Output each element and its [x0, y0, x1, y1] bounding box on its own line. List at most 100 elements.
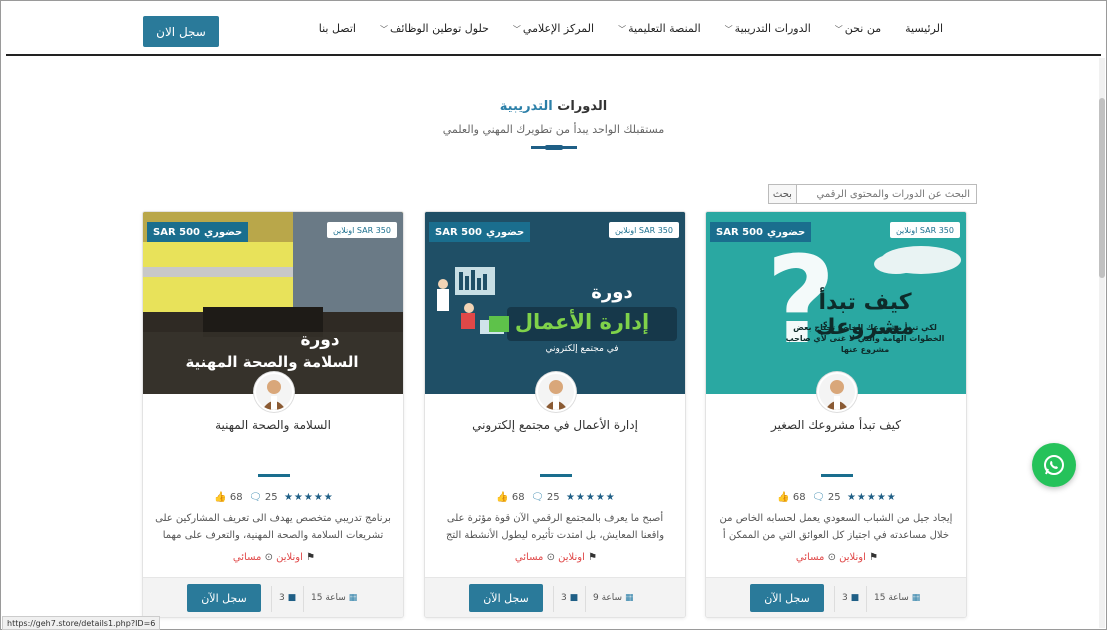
register-course-button[interactable]: سجل الآن [187, 584, 261, 612]
nav-media-label: المركز الإعلامي [522, 22, 595, 35]
mode-online: اونلاين [558, 552, 585, 563]
book-icon: ■ [569, 593, 579, 603]
course-title[interactable]: إدارة الأعمال في مجتمع إلكتروني [435, 418, 675, 432]
footer-divider [271, 586, 272, 612]
online-price-badge: اونلاين SAR 350 [326, 222, 397, 238]
search-button[interactable]: بحث [769, 185, 797, 203]
nav-platform[interactable]: المنصة التعليمية﹀ [606, 22, 713, 35]
course-stats: 👍 68 🗨 25 ★★★★★ [425, 492, 685, 503]
calendar-icon: ▦ [911, 593, 921, 603]
nav-media[interactable]: المركز الإعلامي﹀ [501, 22, 606, 35]
price-badge: SAR 500 حضوري [429, 222, 531, 242]
mode-evening: مسائي [232, 552, 262, 563]
chevron-down-icon: ﹀ [379, 25, 388, 34]
course-title[interactable]: كيف تبدأ مشروعك الصغير [716, 418, 956, 432]
comments-count: 25 [827, 492, 841, 503]
image-headline: دورة [300, 330, 340, 350]
nav-contact[interactable]: اتصل بنا [307, 22, 368, 35]
nav-courses-label: الدورات التدريبية [734, 22, 811, 35]
hours-value: 9 ساعة [593, 593, 623, 603]
rating-stars: ★★★★★ [846, 492, 897, 503]
mode-evening: مسائي [795, 552, 825, 563]
nav-courses[interactable]: الدورات التدريبية﹀ [713, 22, 823, 35]
comment-icon: 🗨 [811, 492, 825, 503]
lessons-count: 3 ■ [279, 593, 296, 603]
hours-count: 15 ساعة ▦ [311, 593, 357, 603]
likes-count: 68 [511, 492, 525, 503]
course-image: ? كيف تبدأ مشروعك لكي تبدأ مشروعك الخاص … [706, 212, 966, 394]
price-label: حضوري [767, 226, 806, 238]
register-now-button[interactable]: سجل الان [143, 16, 219, 47]
price-value: SAR 500 [716, 226, 763, 238]
footer-divider [834, 586, 835, 612]
section-title-accent: التدريبية [499, 99, 553, 114]
hours-count: 9 ساعة ▦ [593, 593, 633, 603]
mode-online: اونلاين [276, 552, 303, 563]
image-subtext: في مجتمع إلكتروني [545, 344, 619, 354]
whatsapp-icon [1044, 455, 1064, 475]
course-image: دورة السلامة والصحة المهنية SAR 500 حضوري… [143, 212, 403, 394]
course-title[interactable]: السلامة والصحة المهنية [153, 418, 393, 432]
rating-stars: ★★★★★ [565, 492, 616, 503]
nav-localization[interactable]: حلول توطين الوظائف﹀ [368, 22, 501, 35]
section-title: الدورات التدريبية [0, 99, 1107, 114]
clock-icon: ⊙ [546, 552, 555, 563]
nav-home-label: الرئيسية [905, 22, 943, 35]
course-card[interactable]: ? كيف تبدأ مشروعك لكي تبدأ مشروعك الخاص … [705, 211, 967, 618]
thumbs-up-icon: 👍 [777, 492, 790, 503]
comment-icon: 🗨 [530, 492, 544, 503]
nav-localization-label: حلول توطين الوظائف [389, 22, 489, 35]
comments-count: 25 [264, 492, 278, 503]
image-main-text: السلامة والصحة المهنية [185, 353, 359, 371]
hours-value: 15 ساعة [311, 593, 346, 603]
chevron-down-icon: ﹀ [834, 25, 843, 34]
flag-icon: ⚑ [869, 552, 879, 563]
section-divider [531, 145, 577, 150]
course-stats: 👍 68 🗨 25 ★★★★★ [706, 492, 966, 503]
nav-platform-label: المنصة التعليمية [628, 22, 701, 35]
image-subtext: لكي تبدأ مشروعك الخاص تحتاج بعض الخطوات … [785, 323, 945, 354]
lessons-value: 3 [279, 593, 285, 603]
user-avatar-icon [538, 374, 574, 410]
price-badge: SAR 500 حضوري [710, 222, 812, 242]
footer-divider [303, 586, 304, 612]
avatar [536, 372, 576, 412]
thumbs-up-icon: 👍 [496, 492, 509, 503]
book-icon: ■ [287, 593, 297, 603]
course-description: أصبح ما يعرف بالمجتمع الرقمي الآن قوة مؤ… [445, 513, 665, 541]
nav-home[interactable]: الرئيسية [893, 22, 955, 35]
page-scrollbar[interactable] [1099, 58, 1105, 628]
course-search: بحث [768, 184, 977, 204]
course-card[interactable]: دورة إدارة الأعمال في مجتمع إلكتروني SAR… [424, 211, 686, 618]
search-input[interactable] [796, 185, 976, 203]
price-value: SAR 500 [153, 226, 200, 238]
chevron-down-icon: ﹀ [512, 25, 521, 34]
nav-contact-label: اتصل بنا [318, 22, 356, 35]
avatar [817, 372, 857, 412]
user-avatar-icon [256, 374, 292, 410]
course-card[interactable]: دورة السلامة والصحة المهنية SAR 500 حضوري… [142, 211, 404, 618]
chevron-down-icon: ﹀ [724, 25, 733, 34]
thumbs-up-icon: 👍 [214, 492, 227, 503]
rating-stars: ★★★★★ [283, 492, 334, 503]
footer-divider [866, 586, 867, 612]
main-nav: الرئيسية من نحن﹀ الدورات التدريبية﹀ المن… [307, 22, 955, 35]
mode-online: اونلاين [839, 552, 866, 563]
card-footer: سجل الآن 3 ■ 15 ساعة ▦ [143, 577, 403, 617]
price-badge: SAR 500 حضوري [147, 222, 249, 242]
nav-about-label: من نحن [844, 22, 882, 35]
user-avatar-icon [819, 374, 855, 410]
section-title-main: الدورات [552, 99, 608, 114]
nav-about[interactable]: من نحن﹀ [823, 22, 893, 35]
price-label: حضوري [204, 226, 243, 238]
title-underline [821, 474, 853, 477]
course-mode: ⚑ اونلاين ⊙ مسائي [425, 552, 685, 563]
lessons-value: 3 [561, 593, 567, 603]
online-price-badge: اونلاين SAR 350 [889, 222, 960, 238]
price-value: SAR 500 [435, 226, 482, 238]
whatsapp-button[interactable] [1032, 443, 1076, 487]
register-course-button[interactable]: سجل الآن [469, 584, 543, 612]
hours-count: 15 ساعة ▦ [874, 593, 920, 603]
title-underline [540, 474, 572, 477]
register-course-button[interactable]: سجل الآن [750, 584, 824, 612]
